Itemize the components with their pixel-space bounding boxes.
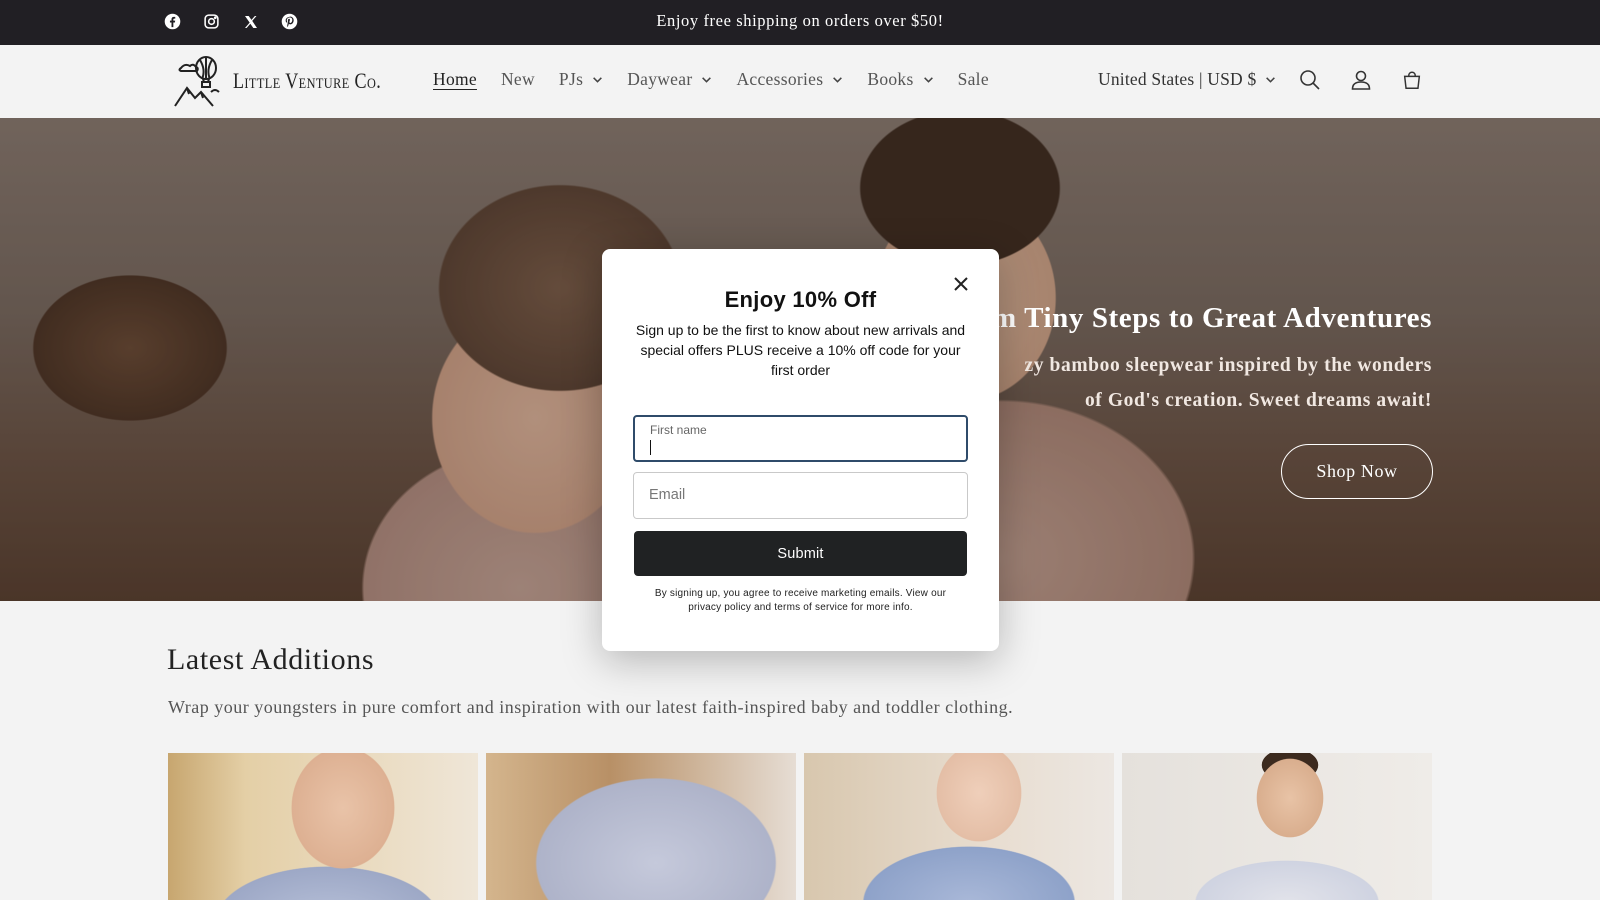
nav-item-label: PJs xyxy=(558,69,584,89)
site-header: Little Venture Co. Home New PJs Daywear … xyxy=(0,45,1600,118)
chevron-down-icon xyxy=(923,74,934,85)
nav-item-new[interactable]: New xyxy=(501,69,535,90)
announcement-bar: Enjoy free shipping on orders over $50! xyxy=(0,0,1600,45)
first-name-field[interactable]: First name xyxy=(633,415,968,462)
chevron-down-icon xyxy=(701,74,712,85)
nav-item-label: Accessories xyxy=(736,69,824,89)
legal-disclaimer: By signing up, you agree to receive mark… xyxy=(654,588,947,613)
search-icon[interactable] xyxy=(1296,66,1324,94)
submit-button[interactable]: Submit xyxy=(634,531,967,576)
newsletter-popup: Enjoy 10% Off Sign up to be the first to… xyxy=(602,249,999,651)
nav-item-books[interactable]: Books xyxy=(867,69,933,90)
nav-item-label: Home xyxy=(433,69,477,89)
logo-text: Little Venture Co. xyxy=(233,68,382,93)
email-field[interactable]: Email xyxy=(633,472,968,519)
email-placeholder: Email xyxy=(649,487,686,503)
cart-icon[interactable] xyxy=(1398,66,1426,94)
nav-item-daywear[interactable]: Daywear xyxy=(627,69,712,90)
account-icon[interactable] xyxy=(1347,66,1375,94)
locale-label: United States | USD $ xyxy=(1098,69,1257,89)
nav-item-label: Sale xyxy=(957,69,989,89)
nav-item-pjs[interactable]: PJs xyxy=(559,69,603,90)
hero-title: m Tiny Steps to Great Adventures xyxy=(991,302,1432,334)
nav-item-accessories[interactable]: Accessories xyxy=(736,69,843,90)
logo[interactable]: Little Venture Co. xyxy=(173,53,414,109)
nav-item-label: New xyxy=(500,69,535,89)
nav-item-home[interactable]: Home xyxy=(433,69,477,90)
shop-now-button[interactable]: Shop Now xyxy=(1281,444,1433,499)
announcement-text: Enjoy free shipping on orders over $50! xyxy=(656,11,944,30)
nav-item-label: Daywear xyxy=(627,69,693,89)
chevron-down-icon xyxy=(832,74,843,85)
country-currency-selector[interactable]: United States | USD $ xyxy=(1098,69,1276,90)
text-cursor xyxy=(650,440,651,455)
product-card-image[interactable] xyxy=(804,753,1114,900)
chevron-down-icon xyxy=(1265,74,1276,85)
product-card-image[interactable] xyxy=(486,753,796,900)
main-nav: Home New PJs Daywear Accessories Books S… xyxy=(433,69,1013,90)
section-description: Wrap your youngsters in pure comfort and… xyxy=(168,697,1014,717)
chevron-down-icon xyxy=(592,74,603,85)
product-card-image[interactable] xyxy=(1122,753,1432,900)
product-card-image[interactable] xyxy=(168,753,478,900)
nav-item-label: Books xyxy=(867,69,914,89)
first-name-label: First name xyxy=(650,423,707,437)
logo-balloon-icon xyxy=(174,56,220,107)
popup-title: Enjoy 10% Off xyxy=(724,287,877,312)
nav-item-sale[interactable]: Sale xyxy=(958,69,989,90)
popup-description: Sign up to be the first to know about ne… xyxy=(635,322,966,378)
section-title: Latest Additions xyxy=(167,643,375,676)
